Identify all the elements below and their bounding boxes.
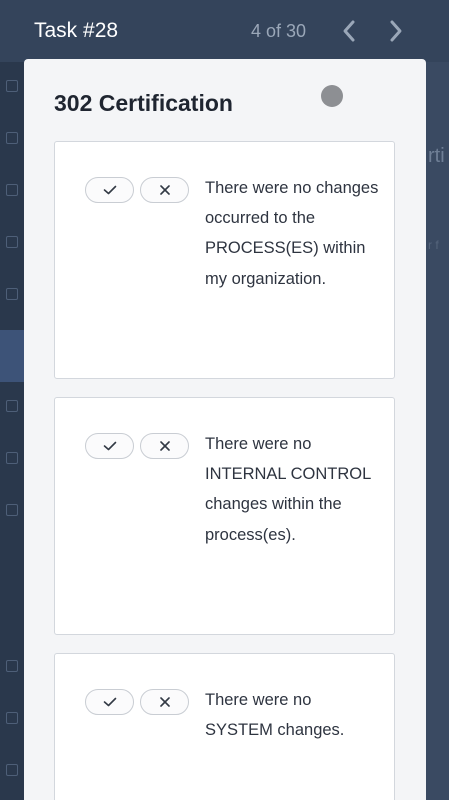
sidebar-icon	[6, 80, 18, 92]
approve-button[interactable]	[85, 177, 134, 203]
check-icon	[103, 441, 116, 451]
sidebar-icon	[6, 764, 18, 776]
top-bar: Task #28 4 of 30	[0, 0, 449, 62]
sidebar-icon	[6, 712, 18, 724]
response-toggle	[85, 433, 189, 459]
background-heading: rti	[428, 145, 445, 167]
close-button[interactable]	[321, 85, 343, 107]
reject-button[interactable]	[140, 689, 189, 715]
sidebar-icon	[6, 288, 18, 300]
sidebar-active-item	[0, 330, 24, 382]
chevron-right-icon	[390, 20, 402, 42]
background-sidebar	[0, 60, 24, 800]
approve-button[interactable]	[85, 433, 134, 459]
certification-statement: There were no changes occurred to the PR…	[205, 179, 379, 288]
certification-item: There were no INTERNAL CONTROL changes w…	[54, 397, 395, 635]
sidebar-icon	[6, 660, 18, 672]
previous-task-button[interactable]	[333, 14, 365, 48]
sidebar-icon	[6, 400, 18, 412]
pager-count: 4 of 30	[251, 21, 307, 41]
next-task-button[interactable]	[380, 14, 412, 48]
sidebar-icon	[6, 504, 18, 516]
approve-button[interactable]	[85, 689, 134, 715]
modal-title: 302 Certification	[54, 90, 233, 116]
sidebar-icon	[6, 184, 18, 196]
reject-button[interactable]	[140, 177, 189, 203]
x-icon	[159, 697, 170, 707]
sidebar-icon	[6, 452, 18, 464]
response-toggle	[85, 689, 189, 715]
certification-item: There were no SYSTEM changes.	[54, 653, 395, 800]
certification-item: There were no changes occurred to the PR…	[54, 141, 395, 379]
sidebar-icon	[6, 236, 18, 248]
certification-statement: There were no INTERNAL CONTROL changes w…	[205, 435, 371, 544]
background-content	[426, 60, 449, 800]
chevron-left-icon	[343, 20, 355, 42]
task-title: Task #28	[34, 19, 119, 42]
background-label: r f	[428, 238, 439, 252]
check-icon	[103, 697, 116, 707]
x-icon	[159, 441, 170, 451]
certification-modal: 302 Certification There were no changes …	[24, 59, 426, 800]
x-icon	[159, 185, 170, 195]
response-toggle	[85, 177, 189, 203]
check-icon	[103, 185, 116, 195]
reject-button[interactable]	[140, 433, 189, 459]
certification-statement: There were no SYSTEM changes.	[205, 691, 345, 740]
sidebar-icon	[6, 132, 18, 144]
